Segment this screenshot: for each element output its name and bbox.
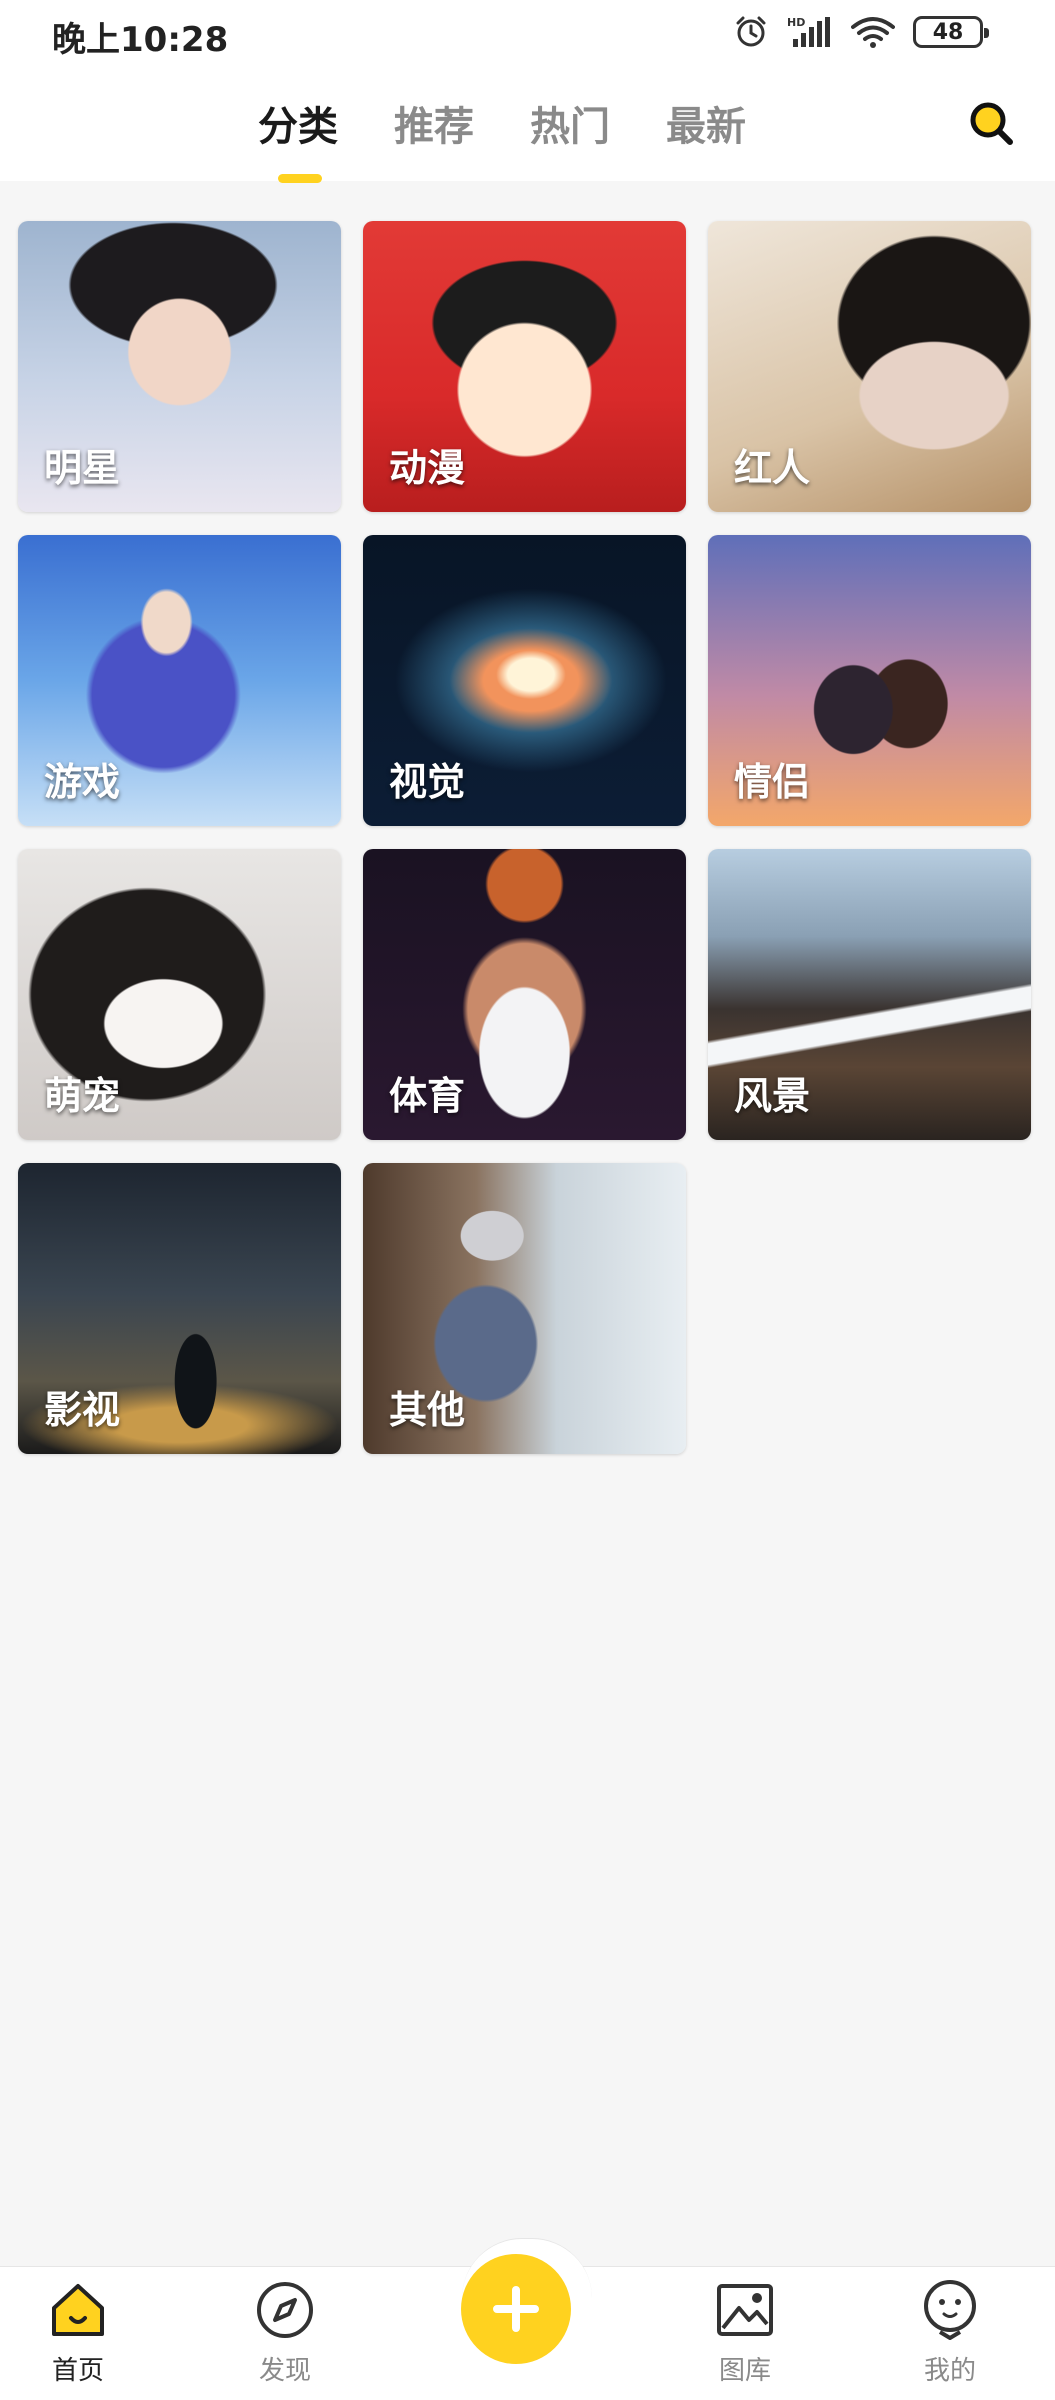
compass-icon [257,2282,313,2338]
tab-recommended[interactable]: 推荐 [394,94,474,152]
nav-discover-label: 发现 [258,2356,311,2386]
category-tabs: 分类 推荐 热门 最新 [258,94,746,183]
home-icon [52,2284,104,2336]
top-header: 分类 推荐 热门 最新 [0,66,1055,183]
battery-level: 48 [932,19,964,45]
category-card-pets[interactable]: 萌宠 [18,849,341,1140]
nav-discover[interactable]: 发现 [225,2278,345,2398]
active-tab-indicator [278,174,322,183]
nav-gallery-label: 图库 [718,2356,771,2386]
alarm-icon [736,16,766,47]
category-card-anime[interactable]: 动漫 [363,221,686,512]
battery-icon: 48 [913,16,989,48]
category-card-couples[interactable]: 情侣 [708,535,1031,826]
tab-category-label: 分类 [258,104,338,150]
app-screen: 晚上10:28 HD 48 分类 推荐 热门 最新 明星 动漫 红人 游戏 视觉… [0,0,1055,2400]
nav-home-label: 首页 [51,2356,104,2386]
category-card-sports[interactable]: 体育 [363,849,686,1140]
category-card-other[interactable]: 其他 [363,1163,686,1454]
tab-latest-label: 最新 [666,104,746,150]
category-label: 风景 [734,1074,811,1118]
status-bar: 晚上10:28 HD 48 [0,0,1055,66]
category-grid: 明星 动漫 红人 游戏 视觉 情侣 萌宠 体育 风景 影视 其他 [18,221,1031,1454]
gallery-icon [717,2284,773,2336]
category-card-visual[interactable]: 视觉 [363,535,686,826]
svg-text:HD: HD [787,16,805,29]
category-label: 红人 [734,446,811,490]
category-label: 影视 [44,1388,121,1432]
category-card-scenery[interactable]: 风景 [708,849,1031,1140]
tab-category[interactable]: 分类 [258,94,338,183]
add-button[interactable] [461,2254,571,2364]
category-label: 游戏 [44,760,121,804]
profile-icon [924,2280,976,2340]
status-time: 晚上10:28 [52,20,229,60]
category-card-games[interactable]: 游戏 [18,535,341,826]
wifi-icon [851,17,895,48]
nav-gallery[interactable]: 图库 [685,2278,805,2398]
category-label: 情侣 [734,760,811,804]
category-label: 明星 [44,446,121,490]
category-label: 萌宠 [44,1074,121,1118]
nav-profile-label: 我的 [923,2356,976,2386]
category-label: 其他 [389,1388,466,1432]
nav-home[interactable]: 首页 [18,2278,138,2398]
tab-popular[interactable]: 热门 [530,94,610,152]
tab-popular-label: 热门 [530,104,610,150]
category-label: 体育 [389,1074,466,1118]
category-label: 动漫 [389,446,466,490]
category-label: 视觉 [389,760,466,804]
hd-signal-icon: HD [787,16,830,47]
category-card-film[interactable]: 影视 [18,1163,341,1454]
nav-profile[interactable]: 我的 [890,2278,1010,2398]
plus-icon [493,2286,539,2332]
status-icons: HD 48 [733,14,989,50]
category-card-influencers[interactable]: 红人 [708,221,1031,512]
tab-latest[interactable]: 最新 [666,94,746,152]
search-icon[interactable] [968,100,1014,146]
tab-recommended-label: 推荐 [394,104,474,150]
category-card-stars[interactable]: 明星 [18,221,341,512]
